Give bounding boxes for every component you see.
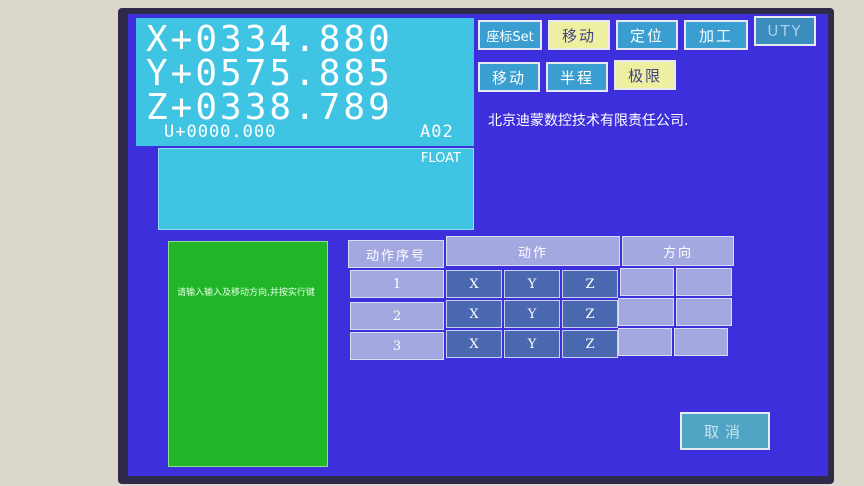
- position-button[interactable]: 定位: [616, 20, 678, 50]
- row-1-direction-b[interactable]: [676, 268, 732, 296]
- coordinate-display: X+0334.880 Y+0575.885 Z+0338.789 U+0000.…: [136, 18, 474, 146]
- row-1-y-button[interactable]: Y: [504, 270, 560, 298]
- limit-button[interactable]: 极限: [614, 60, 676, 90]
- company-name: 北京迪蒙数控技术有限责任公司.: [488, 113, 689, 129]
- row-2-y-button[interactable]: Y: [504, 300, 560, 328]
- row-2-direction-a[interactable]: [618, 298, 674, 326]
- row-2-x-button[interactable]: X: [446, 300, 502, 328]
- prompt-message: 请输入输入及移动方向,并按实行键: [177, 288, 315, 298]
- row-3-y-button[interactable]: Y: [504, 330, 560, 358]
- header-direction: 方向: [622, 236, 734, 266]
- u-coordinate: U+0000.000: [164, 122, 277, 142]
- row-3-z-button[interactable]: Z: [562, 330, 618, 358]
- row-1-number: 1: [350, 270, 444, 298]
- move-button[interactable]: 移动: [478, 62, 540, 92]
- row-2-z-button[interactable]: Z: [562, 300, 618, 328]
- float-status: FLOAT: [420, 151, 461, 166]
- row-1-x-button[interactable]: X: [446, 270, 502, 298]
- cancel-button[interactable]: 取消: [680, 412, 770, 450]
- row-1-direction-a[interactable]: [620, 268, 674, 296]
- cnc-screen: X+0334.880 Y+0575.885 Z+0338.789 U+0000.…: [128, 14, 828, 476]
- program-number: A02: [420, 122, 454, 142]
- row-3-number: 3: [350, 332, 444, 360]
- row-1-z-button[interactable]: Z: [562, 270, 618, 298]
- row-2-number: 2: [350, 302, 444, 330]
- prompt-panel: 请输入输入及移动方向,并按实行键: [168, 241, 328, 467]
- machining-button[interactable]: 加工: [684, 20, 748, 50]
- row-2-direction-b[interactable]: [676, 298, 732, 326]
- header-action-seq: 动作序号: [348, 240, 444, 268]
- status-panel: FLOAT: [158, 148, 474, 230]
- row-3-direction-b[interactable]: [674, 328, 728, 356]
- row-3-direction-a[interactable]: [618, 328, 672, 356]
- uty-button[interactable]: UTY: [754, 16, 816, 46]
- header-action: 动作: [446, 236, 620, 266]
- move-mode-button[interactable]: 移动: [548, 20, 610, 50]
- half-stroke-button[interactable]: 半程: [546, 62, 608, 92]
- row-3-x-button[interactable]: X: [446, 330, 502, 358]
- coordinate-set-button[interactable]: 座标Set: [478, 20, 542, 50]
- z-coordinate: Z+0338.789: [146, 87, 393, 128]
